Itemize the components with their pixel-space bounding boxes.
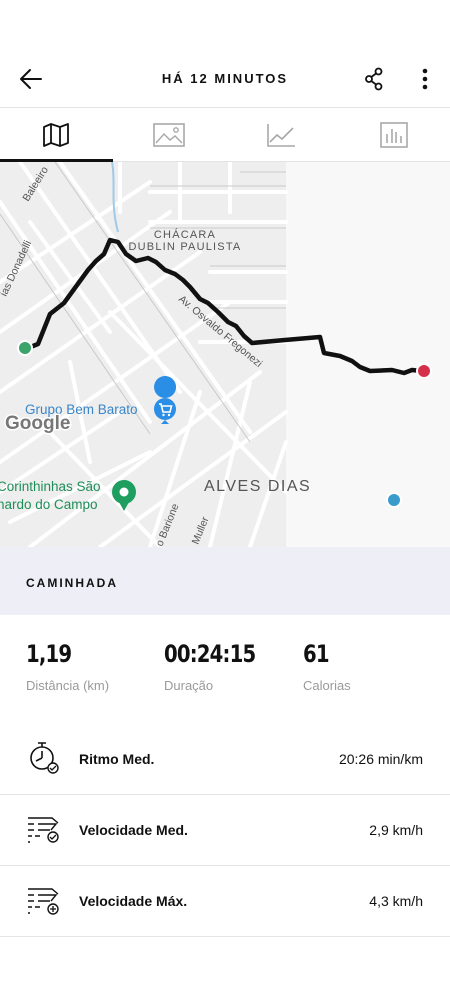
summary-stats: 1,19 Distância (km) 00:24:15 Duração 61 … bbox=[0, 640, 450, 710]
line-chart-icon bbox=[267, 123, 296, 147]
top-app-bar: HÁ 12 MINUTOS bbox=[0, 0, 450, 108]
metrics-list: Ritmo Med. 20:26 min/km Velocidade Med. … bbox=[0, 724, 450, 937]
stat-duration-label: Duração bbox=[164, 678, 214, 693]
map-label-chacara: CHÁCARA bbox=[154, 228, 216, 241]
stat-distance: 1,19 Distância (km) bbox=[26, 640, 109, 693]
stat-calories-value: 61 bbox=[303, 640, 330, 668]
metric-label-pace: Ritmo Med. bbox=[79, 751, 155, 767]
metric-label-avg-speed: Velocidade Med. bbox=[79, 822, 188, 838]
map-label-alves-dias: ALVES DIAS bbox=[204, 478, 311, 495]
map-poi-label-corinthinhas-2: nardo do Campo bbox=[0, 497, 98, 512]
current-location-marker bbox=[386, 492, 402, 508]
stat-calories: 61 Calorias bbox=[303, 640, 351, 693]
metric-value-max-speed: 4,3 km/h bbox=[369, 893, 423, 909]
metric-row-avg-speed: Velocidade Med. 2,9 km/h bbox=[0, 795, 450, 866]
tab-photos[interactable] bbox=[113, 108, 226, 161]
more-vertical-icon bbox=[422, 68, 428, 90]
route-end-marker bbox=[416, 363, 432, 379]
more-options-button[interactable] bbox=[410, 62, 440, 96]
metric-value-avg-speed: 2,9 km/h bbox=[369, 822, 423, 838]
tab-splits[interactable] bbox=[338, 108, 450, 161]
metric-row-pace: Ritmo Med. 20:26 min/km bbox=[0, 724, 450, 795]
route-start-marker bbox=[17, 340, 33, 356]
back-button[interactable] bbox=[14, 62, 48, 96]
route-map[interactable]: CHÁCARA DUBLIN PAULISTA Av. Osvaldo Freg… bbox=[0, 162, 450, 547]
activity-type-banner: CAMINHADA bbox=[0, 547, 450, 615]
google-logo: Google bbox=[5, 413, 70, 434]
map-poi-label-corinthinhas-1: Corinthinhas São bbox=[0, 479, 101, 494]
stat-duration: 00:24:15 Duração bbox=[164, 640, 275, 693]
stat-distance-label: Distância (km) bbox=[26, 678, 110, 693]
speed-average-icon bbox=[28, 817, 59, 843]
stopwatch-icon bbox=[30, 742, 59, 774]
stat-distance-value: 1,19 bbox=[26, 640, 72, 668]
view-tabs bbox=[0, 108, 450, 162]
photo-icon bbox=[152, 122, 185, 147]
share-icon bbox=[365, 67, 383, 91]
tab-graph[interactable] bbox=[225, 108, 338, 161]
arrow-left-icon bbox=[20, 69, 42, 89]
activity-type-label: CAMINHADA bbox=[26, 576, 118, 590]
speed-max-icon bbox=[28, 888, 59, 915]
map-icon bbox=[43, 122, 70, 147]
metric-value-pace: 20:26 min/km bbox=[338, 751, 423, 767]
metric-row-max-speed: Velocidade Máx. 4,3 km/h bbox=[0, 866, 450, 937]
page-title: HÁ 12 MINUTOS bbox=[161, 71, 289, 86]
stat-duration-value: 00:24:15 bbox=[164, 640, 256, 668]
bar-chart-icon bbox=[379, 121, 408, 148]
metric-label-max-speed: Velocidade Máx. bbox=[79, 893, 188, 909]
map-label-dublin: DUBLIN PAULISTA bbox=[129, 241, 242, 253]
stat-calories-label: Calorias bbox=[303, 678, 351, 693]
share-button[interactable] bbox=[358, 62, 390, 96]
tab-map[interactable] bbox=[0, 108, 113, 162]
